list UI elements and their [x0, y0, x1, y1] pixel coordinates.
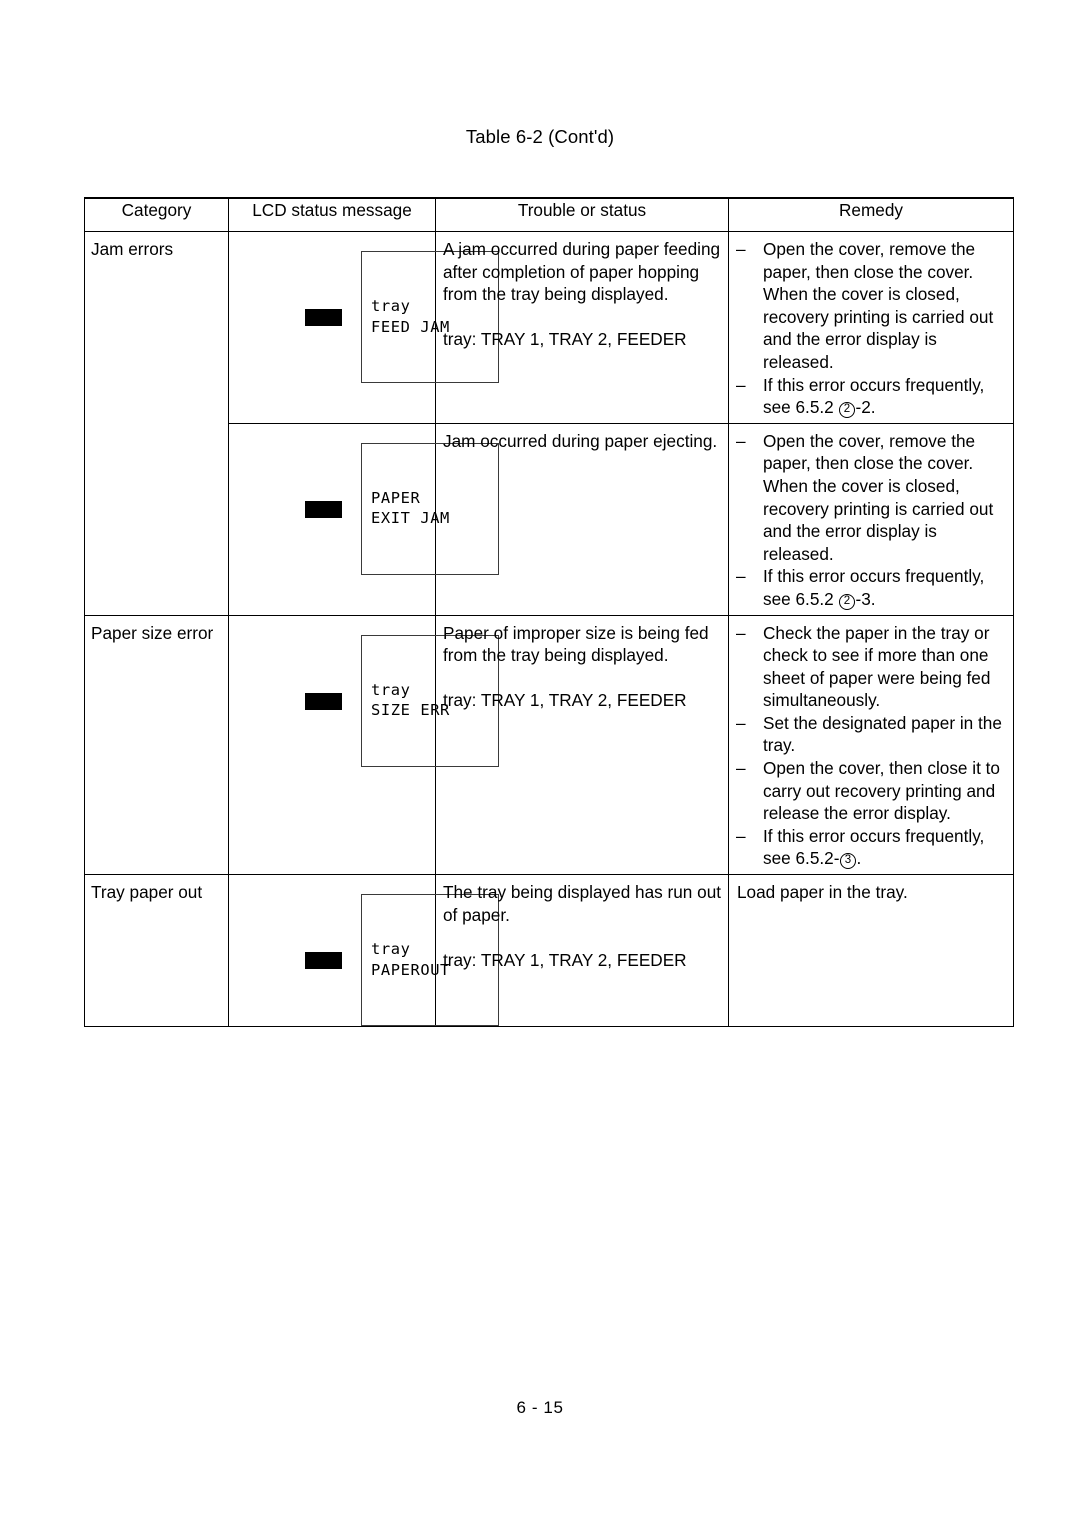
- remedy-item: – Open the cover, then close it to carry …: [733, 757, 1009, 825]
- cell-remedy: – Open the cover, remove the paper, then …: [728, 422, 1014, 616]
- black-indicator-icon: [305, 952, 342, 970]
- remedy-list-container: – Check the paper in the tray or check to…: [729, 616, 1013, 875]
- trouble-text: Jam occurred during paper ejecting.: [436, 424, 728, 457]
- cell-category: Tray paper out: [84, 874, 229, 1028]
- remedy-item: – If this error occurs frequently, see 6.…: [733, 374, 1009, 419]
- remedy-list-container: – Open the cover, remove the paper, then …: [729, 232, 1013, 423]
- remedy-item-text: Set the designated paper in the tray.: [763, 712, 1002, 756]
- category-label: Paper size error: [91, 622, 214, 643]
- table-row: Paper size error tray SIZE ERR Paper of i…: [84, 614, 1014, 876]
- trouble-paragraph-2: tray: TRAY 1, TRAY 2, FEEDER: [443, 329, 687, 350]
- remedy-list: – Open the cover, remove the paper, then …: [733, 430, 1009, 611]
- remedy-item: – Open the cover, remove the paper, then …: [733, 430, 1009, 566]
- trouble-paragraph-2: tray: TRAY 1, TRAY 2, FEEDER: [443, 949, 687, 970]
- lcd-panel: tray SIZE ERR: [305, 616, 500, 767]
- cell-lcd-status-message: tray PAPEROUT: [228, 874, 500, 1028]
- column-header-remedy: Remedy: [728, 197, 1014, 232]
- remedy-item-text-after: -3.: [855, 588, 876, 609]
- page-number: 6 - 15: [516, 1398, 564, 1417]
- dash-bullet: –: [736, 430, 746, 451]
- black-indicator-icon: [305, 692, 342, 710]
- remedy-item-text-after: -2.: [855, 397, 876, 418]
- category-label: Tray paper out: [91, 882, 203, 903]
- trouble-text: Paper of improper size is being fed from…: [436, 616, 728, 716]
- trouble-text: The tray being displayed has run out of …: [436, 875, 728, 975]
- cell-remedy: – Check the paper in the tray or check to…: [728, 614, 1014, 876]
- black-indicator-icon: [305, 500, 342, 518]
- table-row: Tray paper out tray PAPEROUT The tray bei…: [84, 874, 1014, 1028]
- dash-bullet: –: [736, 825, 746, 846]
- remedy-item-text: Open the cover, then close it to carry o…: [763, 758, 1000, 824]
- circled-number-icon: 2: [839, 402, 855, 419]
- trouble-paragraph-2: tray: TRAY 1, TRAY 2, FEEDER: [443, 690, 687, 711]
- remedy-item-text-after: .: [856, 848, 862, 869]
- remedy-list: – Check the paper in the tray or check to…: [733, 622, 1009, 871]
- remedy-item-text-before: If this error occurs frequently, see 6.5…: [763, 825, 985, 869]
- cell-remedy: Load paper in the tray.: [728, 874, 1014, 1028]
- lcd-line-2: EXIT JAM: [371, 509, 450, 528]
- dash-bullet: –: [736, 374, 746, 395]
- trouble-paragraph-1: The tray being displayed has run out of …: [443, 882, 722, 925]
- remedy-item: – If this error occurs frequently, see 6.…: [733, 565, 1009, 610]
- cell-remedy: – Open the cover, remove the paper, then …: [728, 231, 1014, 424]
- dash-bullet: –: [736, 622, 746, 643]
- column-header-trouble-or-status: Trouble or status: [435, 197, 729, 232]
- remedy-item-text: Open the cover, remove the paper, then c…: [763, 430, 994, 564]
- remedy-item: – Check the paper in the tray or check to…: [733, 622, 1009, 712]
- remedy-text: Load paper in the tray.: [737, 882, 908, 903]
- category-label: Jam errors: [91, 239, 174, 259]
- trouble-text: A jam occurred during paper feeding afte…: [436, 232, 728, 355]
- remedy-item: – Set the designated paper in the tray.: [733, 712, 1009, 757]
- cell-category: Paper size error: [84, 614, 229, 876]
- lcd-screen: PAPER EXIT JAM: [361, 442, 500, 575]
- circled-number-icon: 2: [839, 593, 855, 610]
- table-row: Jam errors tray FEED JAM A jam occurred d…: [84, 231, 1014, 616]
- dash-bullet: –: [736, 758, 746, 779]
- dash-bullet: –: [736, 566, 746, 587]
- page-title: Table 6-2 (Cont'd): [465, 126, 615, 147]
- cell-lcd-status-message: tray FEED JAM: [228, 231, 500, 424]
- dash-bullet: –: [736, 712, 746, 733]
- remedy-text-container: Load paper in the tray.: [729, 875, 1013, 908]
- trouble-paragraph-1: Paper of improper size is being fed from…: [443, 622, 709, 666]
- remedy-item: – Open the cover, remove the paper, then …: [733, 238, 1009, 374]
- cell-lcd-status-message: PAPER EXIT JAM: [228, 422, 500, 616]
- lcd-panel: tray PAPEROUT: [305, 875, 500, 1027]
- trouble-paragraph-1: Jam occurred during paper ejecting.: [443, 430, 718, 451]
- circled-number-icon: 3: [839, 853, 856, 870]
- remedy-item-text: Open the cover, remove the paper, then c…: [763, 239, 994, 372]
- column-header-category: Category: [84, 197, 229, 232]
- cell-category: Jam errors: [84, 231, 229, 616]
- black-indicator-icon: [305, 309, 342, 326]
- lcd-panel: PAPER EXIT JAM: [305, 424, 500, 575]
- status-message-table: Category LCD status message Trouble or s…: [84, 197, 1014, 1028]
- remedy-list: – Open the cover, remove the paper, then …: [733, 238, 1009, 419]
- remedy-item: – If this error occurs frequently, see 6.…: [733, 825, 1009, 870]
- column-header-lcd-status-message: LCD status message: [228, 197, 436, 232]
- lcd-line-1: PAPER: [371, 488, 421, 507]
- cell-lcd-status-message: tray SIZE ERR: [228, 614, 500, 876]
- table-header-row: Category LCD status message Trouble or s…: [84, 197, 1014, 232]
- remedy-item-text: Check the paper in the tray or check to …: [763, 622, 991, 711]
- trouble-paragraph-1: A jam occurred during paper feeding afte…: [443, 239, 721, 305]
- remedy-list-container: – Open the cover, remove the paper, then …: [729, 424, 1013, 615]
- dash-bullet: –: [736, 239, 746, 259]
- lcd-panel: tray FEED JAM: [305, 232, 500, 383]
